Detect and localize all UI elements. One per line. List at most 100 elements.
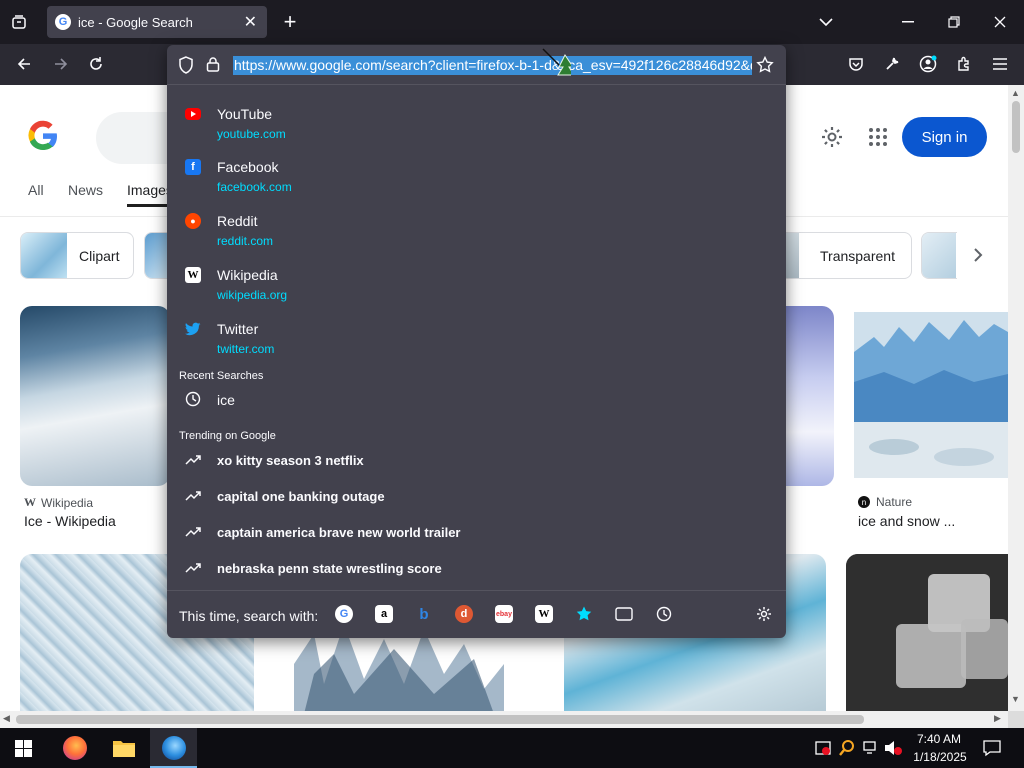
youtube-icon — [185, 108, 201, 120]
scroll-up-arrow-icon[interactable]: ▲ — [1011, 88, 1020, 98]
close-window-icon[interactable] — [990, 12, 1010, 32]
google-icon[interactable]: G — [335, 605, 353, 623]
lock-icon[interactable] — [206, 56, 222, 74]
clock-icon — [185, 391, 201, 407]
chip-transparent[interactable]: Transparent — [765, 232, 912, 279]
wikipedia-icon: W — [185, 267, 201, 283]
wikipedia-icon[interactable]: W — [535, 605, 553, 623]
url-text[interactable]: https://www.google.com/search?client=fir… — [233, 56, 752, 75]
recent-searches-heading: Recent Searches — [179, 370, 264, 382]
settings-gear-icon[interactable] — [820, 125, 844, 149]
restore-icon[interactable] — [944, 12, 964, 32]
vertical-scrollbar[interactable]: ▲ ▼ — [1008, 85, 1024, 711]
bing-icon[interactable]: b — [415, 605, 433, 623]
suggestion-youtube[interactable]: YouTube youtube.com — [167, 100, 786, 154]
pocket-icon[interactable] — [846, 54, 866, 74]
suggestion-title: YouTube — [217, 106, 273, 122]
site-info-shield-icon[interactable] — [178, 56, 196, 74]
search-with-bar: This time, search with: G a b d ebay W — [167, 590, 786, 638]
result-image-glacier[interactable] — [854, 312, 1008, 478]
chips-next-chevron-icon[interactable] — [968, 245, 988, 265]
bookmarks-icon[interactable] — [575, 605, 593, 623]
duckduckgo-icon[interactable]: d — [455, 605, 473, 623]
tray-security-icon[interactable] — [815, 740, 831, 756]
menu-icon[interactable] — [990, 54, 1010, 74]
nav-tab-news[interactable]: News — [68, 182, 103, 198]
firefox-dev-icon — [162, 736, 186, 760]
amazon-icon[interactable]: a — [375, 605, 393, 623]
result-image-1[interactable] — [20, 306, 170, 486]
tab-google-search[interactable]: G ice - Google Search ✕ — [47, 6, 267, 38]
result-image-3[interactable] — [780, 306, 834, 486]
trending-item[interactable]: xo kitty season 3 netflix — [167, 444, 786, 478]
google-logo[interactable] — [27, 120, 59, 152]
chip-partial-right[interactable] — [921, 232, 957, 279]
suggestion-twitter[interactable]: Twitter twitter.com — [167, 315, 786, 369]
trending-text: capital one banking outage — [217, 489, 385, 504]
back-icon[interactable] — [14, 54, 34, 74]
tab-close-icon[interactable]: ✕ — [244, 12, 257, 32]
mouse-cursor-icon — [541, 47, 575, 81]
suggestion-title: Twitter — [217, 321, 259, 337]
minimize-icon[interactable] — [898, 12, 918, 32]
result-source-nature[interactable]: n Nature — [858, 495, 912, 509]
tray-search-icon[interactable] — [839, 739, 855, 757]
result-caption-nature[interactable]: ice and snow ... — [858, 513, 955, 529]
history-icon[interactable] — [655, 605, 673, 623]
scroll-left-arrow-icon[interactable]: ◀ — [3, 713, 10, 724]
url-field[interactable]: https://www.google.com/search?client=fir… — [167, 45, 786, 85]
tray-network-icon[interactable] — [862, 740, 880, 756]
reload-icon[interactable] — [86, 54, 106, 74]
result-source-wikipedia[interactable]: W Wikipedia — [24, 495, 93, 510]
facebook-icon: f — [185, 159, 201, 175]
forward-icon[interactable] — [51, 54, 71, 74]
horizontal-scrollbar[interactable]: ◀ ▶ — [0, 711, 1008, 728]
result-caption-wikipedia[interactable]: Ice - Wikipedia — [24, 513, 116, 529]
extensions-icon[interactable] — [954, 54, 974, 74]
trending-arrow-icon — [185, 524, 201, 540]
active-firefox-button[interactable] — [150, 728, 197, 768]
chip-partial[interactable] — [144, 232, 168, 279]
file-explorer-icon[interactable] — [112, 738, 136, 758]
vertical-scroll-thumb[interactable] — [1012, 101, 1020, 153]
wrench-icon[interactable] — [882, 54, 902, 74]
scroll-down-arrow-icon[interactable]: ▼ — [1011, 694, 1020, 704]
chip-clipart-thumb — [21, 233, 67, 278]
suggestion-facebook[interactable]: f Facebook facebook.com — [167, 153, 786, 207]
bookmark-star-icon[interactable] — [756, 55, 774, 74]
nav-tab-all[interactable]: All — [28, 182, 44, 198]
suggestion-title: Wikipedia — [217, 267, 278, 283]
tabs-icon[interactable] — [615, 605, 633, 623]
nature-favicon-icon: n — [858, 496, 870, 508]
sign-in-button[interactable]: Sign in — [902, 117, 987, 157]
taskbar-time[interactable]: 7:40 AM — [916, 732, 962, 746]
list-all-tabs-icon[interactable] — [816, 12, 836, 32]
suggestion-reddit[interactable]: ● Reddit reddit.com — [167, 207, 786, 261]
ebay-icon[interactable]: ebay — [495, 605, 513, 623]
firefox-taskbar-icon[interactable] — [63, 736, 87, 760]
urlbar-dropdown: https://www.google.com/search?client=fir… — [167, 45, 786, 638]
trending-heading: Trending on Google — [179, 430, 276, 442]
result-source-label: Nature — [876, 495, 913, 509]
tray-volume-muted-icon[interactable] — [884, 740, 902, 756]
trending-item[interactable]: captain america brave new world trailer — [167, 516, 786, 550]
new-tab-button[interactable]: + — [280, 9, 300, 34]
apps-grid-icon[interactable] — [867, 126, 889, 148]
trending-item[interactable]: capital one banking outage — [167, 480, 786, 514]
account-icon[interactable] — [918, 54, 938, 74]
search-settings-gear-icon[interactable] — [755, 605, 773, 623]
chip-clipart[interactable]: Clipart — [20, 232, 134, 279]
windows-start-icon[interactable] — [15, 740, 32, 757]
trending-arrow-icon — [185, 452, 201, 468]
tab-list-icon[interactable] — [8, 12, 30, 32]
scroll-right-arrow-icon[interactable]: ▶ — [994, 713, 1001, 724]
taskbar-date[interactable]: 1/18/2025 — [909, 750, 971, 764]
notifications-icon[interactable] — [983, 739, 1001, 757]
horizontal-scroll-thumb[interactable] — [16, 715, 864, 724]
trending-item[interactable]: nebraska penn state wrestling score — [167, 552, 786, 586]
reddit-icon: ● — [185, 213, 201, 229]
suggestion-wikipedia[interactable]: W Wikipedia wikipedia.org — [167, 261, 786, 315]
result-image-cubes[interactable] — [846, 554, 1008, 711]
recent-search-item[interactable]: ice — [167, 383, 786, 417]
suggestion-url: youtube.com — [217, 127, 286, 141]
